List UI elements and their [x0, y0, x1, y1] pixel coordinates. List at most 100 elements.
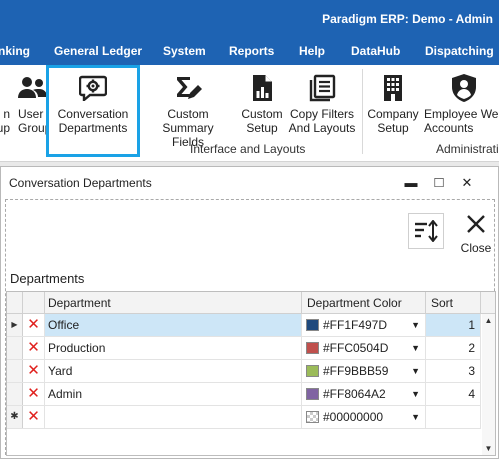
ribbon: n up User Groups Con: [0, 65, 499, 162]
ribbon-label-company-setup: Company Setup: [367, 107, 419, 135]
group-label-administration: Administration: [436, 142, 499, 156]
table-row[interactable]: ✕ Yard #FF9BBB59 ▼ 3: [7, 360, 481, 383]
header-department-color[interactable]: Department Color: [302, 292, 426, 314]
departments-label: Departments: [10, 271, 85, 286]
group-separator: [362, 69, 363, 154]
header-delete: [23, 292, 45, 314]
scroll-up-icon[interactable]: ▲: [482, 316, 495, 325]
sort-cell[interactable]: 4: [426, 383, 481, 405]
color-dropdown[interactable]: #FF9BBB59 ▼: [302, 360, 426, 382]
vertical-scrollbar[interactable]: ▲ ▼: [482, 314, 495, 455]
delete-row-button[interactable]: ✕: [23, 383, 45, 405]
delete-icon: ✕: [27, 362, 40, 379]
window-title: Conversation Departments: [9, 176, 152, 190]
color-value: #FF8064A2: [323, 387, 386, 401]
delete-row-button[interactable]: ✕: [23, 314, 45, 336]
department-cell[interactable]: Yard: [45, 360, 302, 382]
color-value: #FFC0504D: [323, 341, 389, 355]
close-tool-button[interactable]: Close: [456, 211, 496, 257]
sort-icon: [415, 220, 438, 242]
table-row[interactable]: ✕ Production #FFC0504D ▼ 2: [7, 337, 481, 360]
header-sort[interactable]: Sort: [426, 292, 481, 314]
sort-button[interactable]: [408, 213, 444, 249]
file-chart-icon: [238, 73, 286, 103]
user-shield-icon: [424, 73, 499, 103]
color-value: #FF9BBB59: [323, 364, 389, 378]
color-dropdown[interactable]: #00000000 ▼: [302, 406, 426, 428]
row-indicator: [7, 337, 23, 359]
ribbon-button-conversation-departments[interactable]: Conversation Departments: [46, 65, 140, 157]
color-dropdown[interactable]: #FFC0504D ▼: [302, 337, 426, 359]
ribbon-button-company-setup[interactable]: Company Setup: [364, 65, 422, 157]
delete-row-button[interactable]: ✕: [23, 406, 45, 428]
menu-dispatching[interactable]: Dispatching: [425, 44, 494, 58]
ribbon-label-copy-filters-and-layouts: Copy Filters And Layouts: [288, 107, 356, 135]
title-bar: Paradigm ERP: Demo - Admin: [0, 0, 499, 38]
row-indicator-arrow: ▶: [7, 314, 23, 336]
row-indicator: [7, 360, 23, 382]
department-cell[interactable]: Production: [45, 337, 302, 359]
conversation-departments-window: Conversation Departments ▬ □ ✕ Close Dep…: [0, 166, 499, 459]
sort-cell[interactable]: 1: [426, 314, 481, 336]
department-cell[interactable]: Office: [45, 314, 302, 336]
app-title: Paradigm ERP: Demo - Admin: [322, 12, 493, 26]
delete-icon: ✕: [27, 385, 40, 402]
ribbon-button-partial[interactable]: n up: [0, 65, 10, 157]
copy-list-icon: [288, 73, 356, 103]
delete-icon: ✕: [27, 339, 40, 356]
table-row[interactable]: ▶ ✕ Office #FF1F497D ▼ 1: [7, 314, 481, 337]
menu-bar: nking General Ledger System Reports Help…: [0, 38, 499, 65]
menu-banking[interactable]: nking: [0, 44, 30, 58]
close-icon: [467, 215, 485, 233]
departments-grid: Department Department Color Sort ▶ ✕ Off…: [6, 291, 496, 456]
delete-icon: ✕: [27, 408, 40, 425]
menu-system[interactable]: System: [163, 44, 206, 58]
menu-reports[interactable]: Reports: [229, 44, 274, 58]
color-value: #FF1F497D: [323, 318, 388, 332]
building-icon: [364, 73, 422, 103]
chevron-down-icon: ▼: [411, 320, 420, 330]
color-swatch: [306, 319, 319, 331]
minimize-button[interactable]: ▬: [401, 173, 421, 193]
group-label-interface-and-layouts: Interface and Layouts: [190, 142, 306, 156]
menu-help[interactable]: Help: [299, 44, 325, 58]
grid-header: Department Department Color Sort: [7, 292, 495, 314]
chevron-down-icon: ▼: [411, 343, 420, 353]
color-swatch: [306, 342, 319, 354]
color-swatch: [306, 388, 319, 400]
color-dropdown[interactable]: #FF8064A2 ▼: [302, 383, 426, 405]
new-row[interactable]: ✱ ✕ #00000000 ▼: [7, 406, 481, 429]
transparent-swatch: [306, 411, 319, 423]
ribbon-label-custom-setup: Custom Setup: [241, 107, 283, 135]
sigma-edit-icon: [140, 73, 236, 103]
department-cell[interactable]: [45, 406, 302, 428]
chevron-down-icon: ▼: [411, 366, 420, 376]
ribbon-label-partial: n up: [0, 107, 10, 135]
new-row-indicator-icon: ✱: [7, 406, 23, 428]
sort-cell[interactable]: [426, 406, 481, 428]
color-dropdown[interactable]: #FF1F497D ▼: [302, 314, 426, 336]
ribbon-label-employee-web-accounts: Employee Web Accounts: [424, 107, 499, 135]
color-value: #00000000: [323, 410, 384, 424]
department-cell[interactable]: Admin: [45, 383, 302, 405]
close-tool-label: Close: [460, 241, 492, 255]
sort-cell[interactable]: 3: [426, 360, 481, 382]
header-indicator: [7, 292, 23, 314]
chat-gear-icon: [49, 73, 137, 103]
maximize-button[interactable]: □: [429, 173, 449, 193]
chevron-down-icon: ▼: [411, 389, 420, 399]
row-indicator: [7, 383, 23, 405]
window-close-button[interactable]: ✕: [457, 173, 477, 193]
delete-row-button[interactable]: ✕: [23, 360, 45, 382]
chevron-down-icon: ▼: [411, 412, 420, 422]
color-swatch: [306, 365, 319, 377]
ribbon-label-conversation-departments: Conversation Departments: [57, 107, 129, 135]
header-department[interactable]: Department: [45, 292, 302, 314]
menu-datahub[interactable]: DataHub: [351, 44, 400, 58]
delete-row-button[interactable]: ✕: [23, 337, 45, 359]
table-row[interactable]: ✕ Admin #FF8064A2 ▼ 4: [7, 383, 481, 406]
scroll-down-icon[interactable]: ▼: [482, 444, 495, 453]
menu-general-ledger[interactable]: General Ledger: [54, 44, 142, 58]
sort-cell[interactable]: 2: [426, 337, 481, 359]
delete-icon: ✕: [27, 316, 40, 333]
